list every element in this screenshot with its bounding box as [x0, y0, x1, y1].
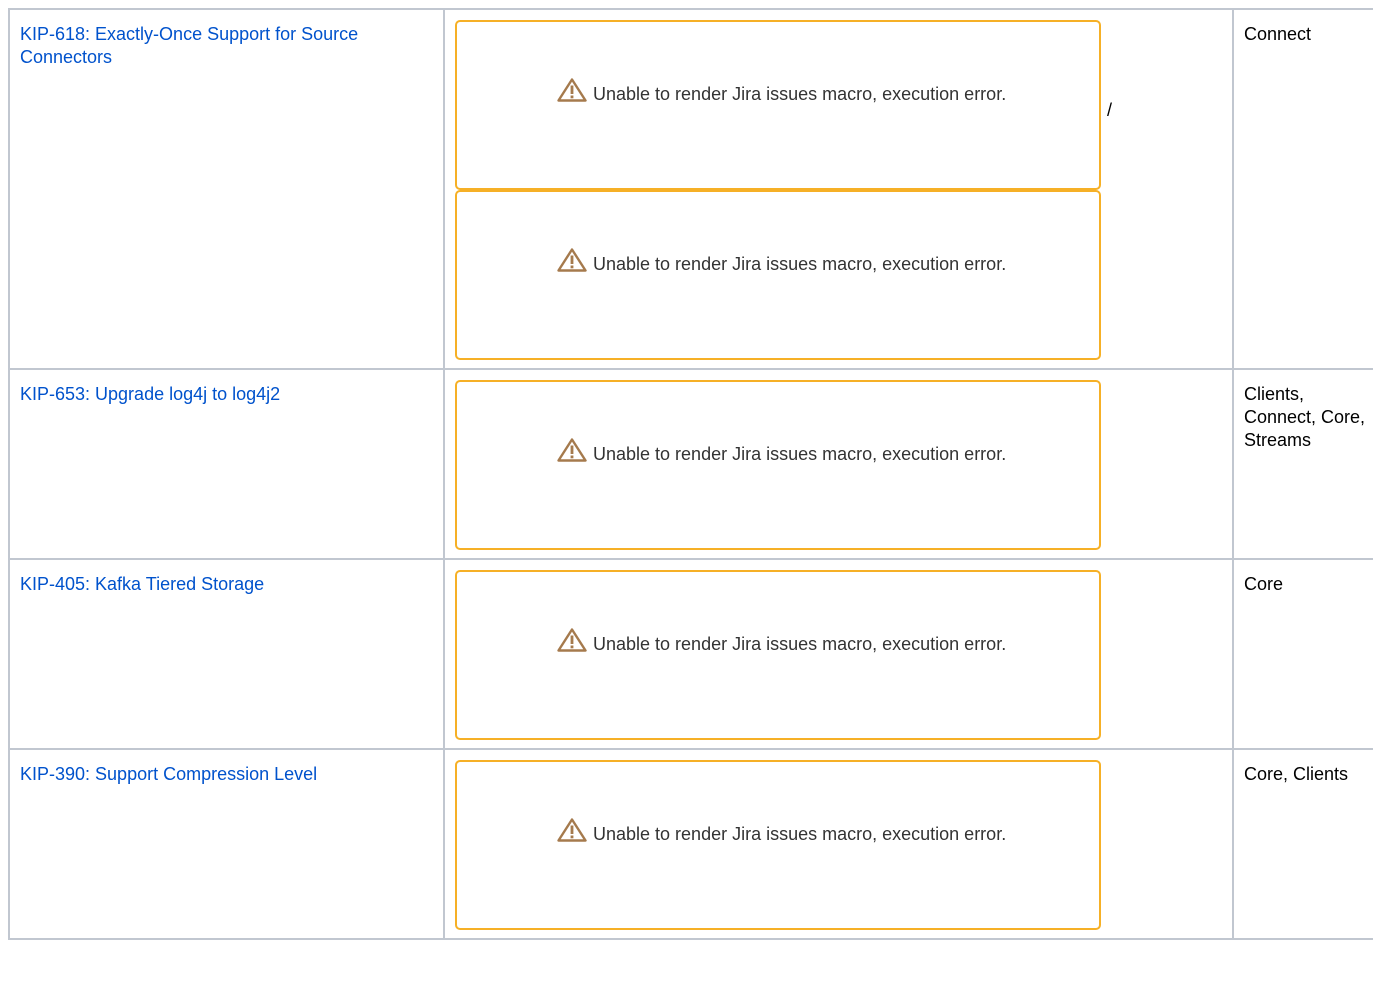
components-cell: Connect	[1232, 8, 1373, 370]
warning-icon	[557, 78, 587, 102]
components-cell: Clients, Connect, Core, Streams	[1232, 368, 1373, 560]
macro-error-text: Unable to render Jira issues macro, exec…	[593, 254, 1007, 274]
jira-macro-message: Unable to render Jira issues macro, exec…	[557, 624, 1017, 664]
kip-table: KIP-618: Exactly-Once Support for Source…	[8, 8, 1373, 940]
jira-macro-error-box: Unable to render Jira issues macro, exec…	[455, 380, 1101, 550]
kip-cell: KIP-405: Kafka Tiered Storage	[8, 558, 445, 750]
kip-link[interactable]: KIP-405: Kafka Tiered Storage	[20, 574, 264, 594]
jira-cell: Unable to render Jira issues macro, exec…	[443, 558, 1234, 750]
jira-macro-error-box: Unable to render Jira issues macro, exec…	[455, 190, 1101, 360]
kip-cell: KIP-653: Upgrade log4j to log4j2	[8, 368, 445, 560]
warning-icon	[557, 818, 587, 842]
jira-macro-error-box: Unable to render Jira issues macro, exec…	[455, 20, 1101, 190]
macro-error-text: Unable to render Jira issues macro, exec…	[593, 444, 1007, 464]
warning-icon	[557, 628, 587, 652]
macro-error-text: Unable to render Jira issues macro, exec…	[593, 824, 1007, 844]
kip-cell: KIP-618: Exactly-Once Support for Source…	[8, 8, 445, 370]
table-row: KIP-653: Upgrade log4j to log4j2 Unable …	[8, 368, 1373, 560]
table-row: KIP-405: Kafka Tiered Storage Unable to …	[8, 558, 1373, 750]
kip-table-container: KIP-618: Exactly-Once Support for Source…	[8, 8, 1373, 940]
macro-separator: /	[1107, 100, 1113, 120]
jira-macro-message: Unable to render Jira issues macro, exec…	[557, 244, 1017, 284]
kip-cell: KIP-390: Support Compression Level	[8, 748, 445, 940]
jira-macro-error-box: Unable to render Jira issues macro, exec…	[455, 760, 1101, 930]
kip-link[interactable]: KIP-390: Support Compression Level	[20, 764, 317, 784]
kip-link[interactable]: KIP-653: Upgrade log4j to log4j2	[20, 384, 280, 404]
macro-error-text: Unable to render Jira issues macro, exec…	[593, 634, 1007, 654]
table-row: KIP-618: Exactly-Once Support for Source…	[8, 8, 1373, 370]
macro-error-text: Unable to render Jira issues macro, exec…	[593, 84, 1007, 104]
jira-macro-message: Unable to render Jira issues macro, exec…	[557, 74, 1017, 114]
warning-icon	[557, 248, 587, 272]
jira-cell: Unable to render Jira issues macro, exec…	[443, 368, 1234, 560]
kip-link[interactable]: KIP-618: Exactly-Once Support for Source…	[20, 24, 358, 67]
jira-macro-error-box: Unable to render Jira issues macro, exec…	[455, 570, 1101, 740]
jira-macro-message: Unable to render Jira issues macro, exec…	[557, 434, 1017, 474]
jira-cell: Unable to render Jira issues macro, exec…	[443, 8, 1234, 370]
warning-icon	[557, 438, 587, 462]
table-row: KIP-390: Support Compression Level Unabl…	[8, 748, 1373, 940]
jira-cell: Unable to render Jira issues macro, exec…	[443, 748, 1234, 940]
jira-macro-message: Unable to render Jira issues macro, exec…	[557, 814, 1017, 854]
components-cell: Core, Clients	[1232, 748, 1373, 940]
components-cell: Core	[1232, 558, 1373, 750]
